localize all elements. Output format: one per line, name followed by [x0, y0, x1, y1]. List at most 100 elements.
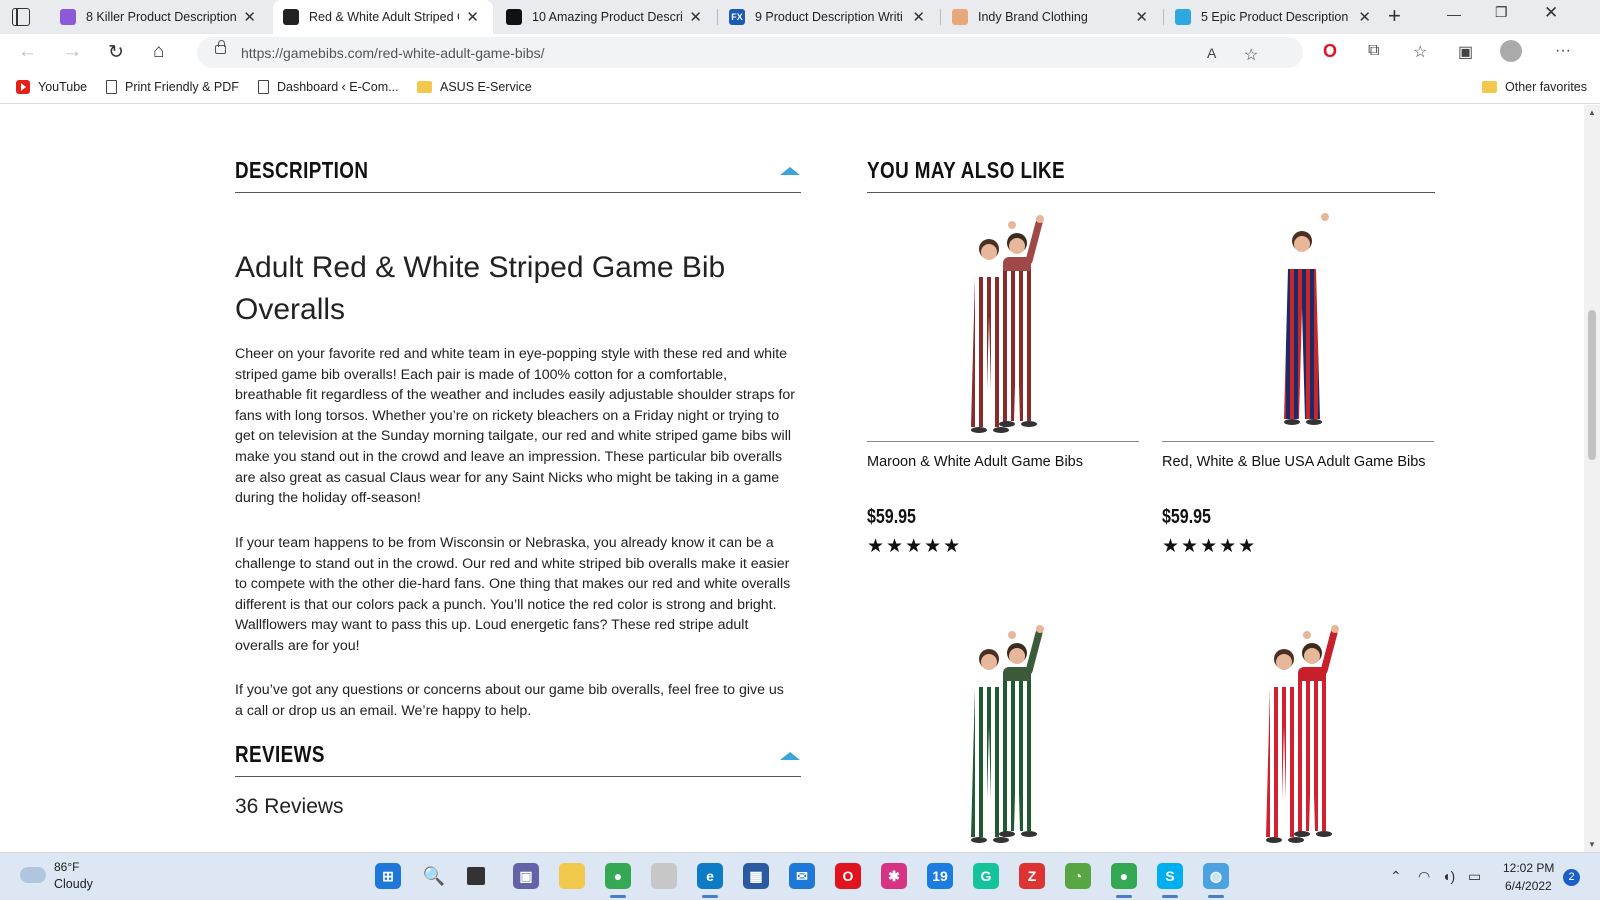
close-tab-icon[interactable]: ✕ — [466, 8, 479, 26]
app-chart-icon[interactable]: ◔ — [1065, 863, 1091, 889]
store-icon[interactable]: ▦ — [743, 863, 769, 889]
search-icon[interactable]: 🔍 — [421, 863, 447, 889]
close-tab-icon[interactable]: ✕ — [912, 8, 925, 26]
collapse-reviews-icon[interactable] — [780, 752, 800, 760]
scroll-up-icon[interactable]: ▲ — [1588, 108, 1596, 117]
opera-extension-icon[interactable]: O — [1323, 41, 1337, 62]
close-window-button[interactable]: ✕ — [1544, 3, 1558, 23]
shoe — [999, 831, 1015, 837]
more-menu-icon[interactable]: ··· — [1555, 42, 1571, 60]
tab-title: Red & White Adult Striped G — [309, 10, 459, 24]
folder-icon — [1482, 81, 1497, 93]
notification-badge[interactable]: 2 — [1563, 869, 1580, 886]
skype-icon[interactable]: S — [1157, 863, 1183, 889]
product-name[interactable]: Maroon & White Adult Game Bibs — [867, 454, 1083, 470]
shoe — [999, 421, 1015, 427]
browser-tab[interactable]: Indy Brand Clothing ✕ — [942, 0, 1162, 34]
edge-icon[interactable]: e — [697, 863, 723, 889]
shoe — [1294, 831, 1310, 837]
weather-temperature[interactable]: 86°F — [54, 860, 79, 874]
back-button[interactable]: ← — [18, 41, 37, 63]
url-text[interactable]: https://gamebibs.com/red-white-adult-gam… — [241, 45, 544, 61]
also-like-heading: YOU MAY ALSO LIKE — [867, 157, 1066, 183]
scroll-thumb[interactable] — [1588, 310, 1596, 460]
weather-condition[interactable]: Cloudy — [54, 877, 93, 891]
collapse-description-icon[interactable] — [780, 167, 800, 175]
page-icon — [106, 80, 117, 94]
tab-actions-icon[interactable] — [12, 8, 30, 26]
page-scrollbar[interactable]: ▲ ▼ — [1584, 105, 1600, 852]
battery-icon[interactable]: ▭ — [1468, 868, 1481, 885]
bookmark-label: YouTube — [38, 80, 88, 94]
product-image[interactable] — [1162, 209, 1434, 439]
divider — [867, 192, 1435, 193]
widgets-icon[interactable] — [651, 863, 677, 889]
chrome-icon[interactable]: ● — [605, 863, 631, 889]
product-image[interactable] — [867, 209, 1139, 439]
new-tab-button[interactable]: + — [1388, 3, 1401, 29]
bookmark-youtube[interactable]: YouTube — [16, 80, 87, 94]
bookmark-other-favorites[interactable]: Other favorites — [1482, 80, 1587, 94]
face — [1294, 236, 1310, 252]
show-hidden-icons-icon[interactable]: ⌃ — [1390, 868, 1402, 885]
grammarly-icon[interactable]: G — [973, 863, 999, 889]
opera-icon[interactable]: O — [835, 863, 861, 889]
close-tab-icon[interactable]: ✕ — [1135, 8, 1148, 26]
app-flower-icon[interactable]: ✱ — [881, 863, 907, 889]
browser-tab[interactable]: FX 9 Product Description Writi ✕ — [719, 0, 939, 34]
browser-tab[interactable]: 8 Killer Product Description ✕ — [50, 0, 270, 34]
product-name[interactable]: Red, White & Blue USA Adult Game Bibs — [1162, 454, 1426, 470]
collections-icon[interactable]: ▣ — [1458, 42, 1473, 62]
mail-icon[interactable]: ✉ — [789, 863, 815, 889]
browser-tab[interactable]: 5 Epic Product Description I ✕ — [1165, 0, 1385, 34]
product-image[interactable] — [1162, 619, 1434, 849]
url-field[interactable]: https://gamebibs.com/red-white-adult-gam… — [197, 37, 1303, 68]
extensions-icon[interactable]: ⧉ — [1368, 42, 1379, 60]
close-tab-icon[interactable]: ✕ — [689, 8, 702, 26]
bookmark-print-friendly[interactable]: Print Friendly & PDF — [106, 80, 239, 94]
overalls-shape — [999, 681, 1035, 831]
close-tab-icon[interactable]: ✕ — [243, 8, 256, 26]
profile-avatar[interactable] — [1500, 40, 1522, 62]
app-z-icon[interactable]: Z — [1019, 863, 1045, 889]
favorites-icon[interactable]: ☆ — [1413, 42, 1427, 62]
browser-tab[interactable]: 10 Amazing Product Descrip ✕ — [496, 0, 716, 34]
app-globe-icon[interactable]: ◍ — [1203, 863, 1229, 889]
task-view-icon[interactable] — [467, 867, 485, 885]
product-image[interactable] — [867, 619, 1139, 849]
bookmark-dashboard[interactable]: Dashboard ‹ E-Com... — [258, 80, 399, 94]
chat-icon[interactable]: ▣ — [513, 863, 539, 889]
restore-button[interactable]: ❐ — [1495, 4, 1508, 21]
overalls-shape — [1294, 681, 1330, 831]
refresh-button[interactable]: ↻ — [108, 41, 124, 64]
description-heading[interactable]: DESCRIPTION — [235, 157, 368, 184]
minimize-button[interactable]: — — [1447, 6, 1461, 22]
cloud-icon[interactable] — [20, 867, 46, 883]
reviews-heading[interactable]: REVIEWS — [235, 741, 325, 768]
card-divider — [1162, 441, 1434, 442]
volume-icon[interactable]: ◖) — [1442, 868, 1455, 884]
read-aloud-icon[interactable]: A — [1207, 45, 1216, 61]
tab-favicon-icon — [283, 9, 299, 25]
description-paragraph: If you’ve got any questions or concerns … — [235, 682, 784, 719]
address-bar-row: ← → ↻ ⌂ https://gamebibs.com/red-white-a… — [0, 34, 1600, 72]
forward-button[interactable]: → — [63, 41, 82, 63]
bookmark-label: Dashboard ‹ E-Com... — [277, 80, 399, 94]
home-button[interactable]: ⌂ — [153, 41, 164, 63]
bookmark-label: ASUS E-Service — [440, 80, 532, 94]
chrome-alt-icon[interactable]: ● — [1111, 863, 1137, 889]
start-icon[interactable]: ⊞ — [375, 863, 401, 889]
taskbar: 86°F Cloudy ⊞ 🔍 ▣ ● e ▦ ✉ O ✱ 19 G Z ◔ ● S ◍ ⌃ ◠ ◖) ▭ 1… — [0, 852, 1600, 900]
app-19-icon[interactable]: 19 — [927, 863, 953, 889]
clock-date[interactable]: 6/4/2022 — [1505, 879, 1552, 893]
close-tab-icon[interactable]: ✕ — [1358, 8, 1371, 26]
favorite-star-icon[interactable]: ☆ — [1244, 45, 1258, 65]
browser-tab[interactable]: Red & White Adult Striped G ✕ — [273, 0, 493, 34]
bookmark-asus[interactable]: ASUS E-Service — [417, 80, 532, 94]
tab-favicon-icon — [952, 9, 968, 25]
wifi-icon[interactable]: ◠ — [1418, 868, 1430, 885]
scroll-down-icon[interactable]: ▼ — [1588, 840, 1596, 849]
file-explorer-icon[interactable] — [559, 863, 585, 889]
youtube-icon — [16, 80, 30, 94]
clock-time[interactable]: 12:02 PM — [1503, 861, 1554, 875]
